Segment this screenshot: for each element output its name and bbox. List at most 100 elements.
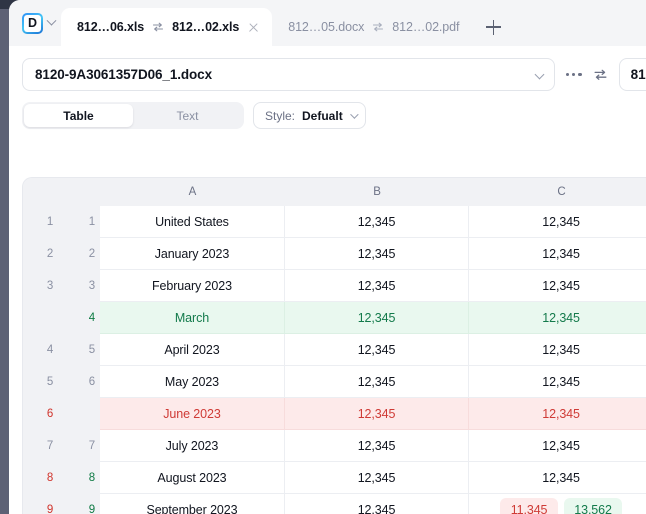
tab-1-right-file: 812…02.pdf [392,20,460,34]
diff-table: A B C D 11United States12,34512,34512,34… [23,178,646,514]
table-row[interactable]: 56May 202312,34512,34512,345 [23,366,646,398]
table-cell[interactable]: May 2023 [100,366,285,398]
table-cell[interactable]: 12,345 [469,238,646,270]
file-name-select-right[interactable]: 81 [618,58,646,91]
corner-header [58,178,101,206]
row-number-right: 1 [58,206,101,238]
table-cell[interactable]: 12,345 [284,494,470,514]
chevron-down-icon[interactable] [46,15,57,26]
column-header-b[interactable]: B [284,178,470,206]
row-number-left: 6 [23,398,59,430]
table-cell[interactable]: September 2023 [100,494,285,514]
more-options-button[interactable] [566,58,582,91]
table-row[interactable]: 22January 202312,34512,34512,345 [23,238,646,270]
table-cell[interactable]: 12,345 [284,430,470,462]
row-number-left: 8 [23,462,59,494]
diff-new-value: 13,562 [564,498,623,514]
column-header-c[interactable]: C [469,178,646,206]
file-name-select[interactable]: 8120-9A3061357D06_1.docx [22,58,555,91]
diff-grid[interactable]: A B C D 11United States12,34512,34512,34… [22,177,646,514]
table-row[interactable]: 4March12,34512,34512,345 [23,302,646,334]
grid-body: 11United States12,34512,34512,34522Janua… [23,206,646,514]
table-cell[interactable]: July 2023 [100,430,285,462]
table-cell[interactable]: 12,345 [284,398,470,430]
ellipsis-dot [566,72,570,77]
column-header-a[interactable]: A [100,178,285,206]
table-cell[interactable]: August 2023 [100,462,285,494]
table-row[interactable]: 33February 202312,34512,34512,345 [23,270,646,302]
table-cell[interactable]: 12,345 [469,366,646,398]
row-number-right: 5 [58,334,101,366]
table-row[interactable]: 88August 202312,34512,34512,345 [23,462,646,494]
app-logo-menu[interactable]: D [9,0,61,46]
content-panel: 8120-9A3061357D06_1.docx 81 Table Text S… [9,46,646,514]
close-icon[interactable] [247,21,260,34]
row-number-left: 9 [23,494,59,514]
new-tab-button[interactable] [471,8,515,46]
table-row[interactable]: 99September 202312,34511,34513,56212,345 [23,494,646,514]
row-number-right: 6 [58,366,101,398]
tab-table[interactable]: Table [24,104,133,127]
table-cell[interactable]: 12,345 [284,238,470,270]
file-name-value: 8120-9A3061357D06_1.docx [35,67,212,82]
table-cell[interactable]: 12,345 [469,270,646,302]
table-cell[interactable]: 12,345 [469,206,646,238]
file-name-right-value: 81 [630,67,646,82]
table-cell[interactable]: 12,345 [284,462,470,494]
table-cell[interactable]: February 2023 [100,270,285,302]
app-logo-letter: D [27,15,38,30]
table-cell[interactable]: June 2023 [100,398,285,430]
row-number-right: 2 [58,238,101,270]
tab-text[interactable]: Text [133,104,242,127]
row-number-right: 7 [58,430,101,462]
table-cell[interactable]: 12,345 [469,462,646,494]
table-cell[interactable]: 12,345 [469,302,646,334]
tab-1-left-file: 812…05.docx [288,20,365,34]
row-number-left: 2 [23,238,59,270]
row-number-left: 4 [23,334,59,366]
app-window: D 812…06.xls 812…02.xls 812…05.docx 812…… [0,0,646,514]
row-number-right: 4 [58,302,101,334]
table-row[interactable]: 11United States12,34512,34512,345 [23,206,646,238]
tab-1[interactable]: 812…05.docx 812…02.pdf [272,8,471,46]
table-row[interactable]: 77July 202312,34512,34512,345 [23,430,646,462]
table-cell[interactable]: 12,345 [469,334,646,366]
table-cell[interactable]: 12,345 [284,206,470,238]
inline-diff: 11,345 13,562 [469,498,646,514]
style-value: Defualt [302,108,343,123]
table-cell[interactable]: 11,345 13,562 [469,494,646,514]
table-row[interactable]: 45April 202312,34512,34512,345 [23,334,646,366]
table-cell[interactable]: January 2023 [100,238,285,270]
ellipsis-dot [572,72,576,77]
table-cell[interactable]: 12,345 [469,430,646,462]
table-cell[interactable]: April 2023 [100,334,285,366]
table-cell[interactable]: 12,345 [284,334,470,366]
row-number-left: 5 [23,366,59,398]
row-number-right: 8 [58,462,101,494]
row-number-right: 9 [58,494,101,514]
ellipsis-dot [578,72,582,77]
swap-arrow-icon[interactable] [593,67,608,82]
table-cell[interactable]: United States [100,206,285,238]
file-toolbar: 8120-9A3061357D06_1.docx 81 [9,46,646,91]
diff-old-value: 11,345 [500,498,559,514]
table-cell[interactable]: 12,345 [284,302,470,334]
tab-0[interactable]: 812…06.xls 812…02.xls [61,8,273,46]
swap-arrow-icon [372,21,384,33]
column-header-row: A B C D [23,178,646,206]
tab-0-right-file: 812…02.xls [172,20,240,34]
row-number-left: 1 [23,206,59,238]
view-mode-row: Table Text Style: Defualt [9,91,646,129]
chevron-down-icon [349,109,359,119]
table-cell[interactable]: March [100,302,285,334]
tab-0-left-file: 812…06.xls [77,20,145,34]
table-cell[interactable]: 12,345 [284,270,470,302]
table-row[interactable]: 6June 202312,34512,34512,345 [23,398,646,430]
app-logo-icon: D [22,12,43,34]
style-select[interactable]: Style: Defualt [253,102,366,129]
chevron-down-icon [534,69,545,80]
corner-header [23,178,59,206]
swap-arrow-icon [152,21,164,33]
table-cell[interactable]: 12,345 [284,366,470,398]
table-cell[interactable]: 12,345 [469,398,646,430]
